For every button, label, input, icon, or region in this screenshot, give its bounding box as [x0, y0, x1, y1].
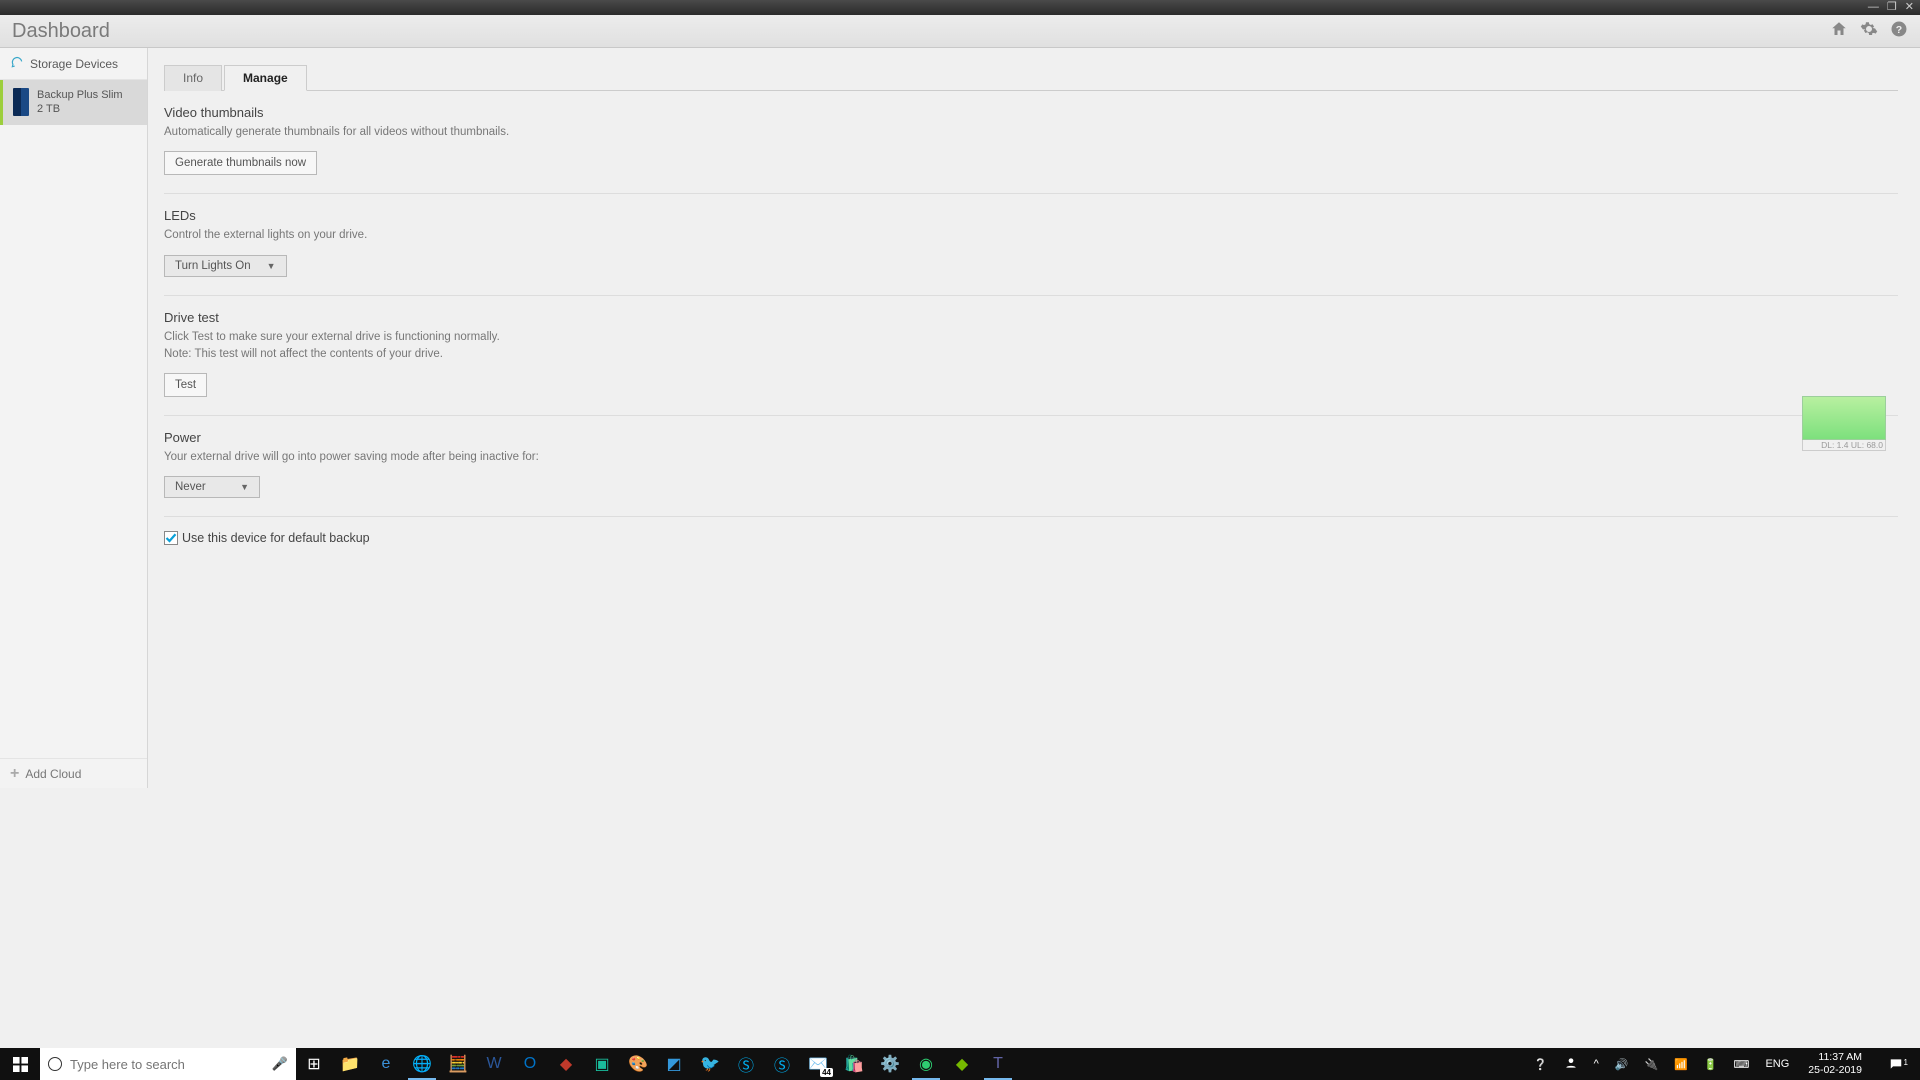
- add-cloud-label: Add Cloud: [25, 767, 81, 781]
- tray-language[interactable]: ENG: [1762, 1058, 1792, 1070]
- task-view-icon[interactable]: ⊞: [296, 1048, 332, 1080]
- power-desc: Your external drive will go into power s…: [164, 449, 1898, 466]
- leds-desc: Control the external lights on your driv…: [164, 227, 1898, 244]
- default-backup-row[interactable]: Use this device for default backup: [164, 517, 1898, 559]
- search-input[interactable]: [70, 1057, 264, 1072]
- section-video-thumbnails: Video thumbnails Automatically generate …: [164, 91, 1898, 194]
- test-button[interactable]: Test: [164, 373, 207, 397]
- home-icon[interactable]: [1830, 20, 1848, 43]
- tab-manage[interactable]: Manage: [224, 65, 307, 91]
- maximize-icon[interactable]: ❐: [1887, 2, 1897, 13]
- tab-info[interactable]: Info: [164, 65, 222, 91]
- sidebar-device-item[interactable]: Backup Plus Slim 2 TB: [0, 80, 147, 125]
- cortana-icon: [48, 1057, 62, 1071]
- seagate-dashboard-icon[interactable]: ◉: [908, 1048, 944, 1080]
- generate-thumbnails-button[interactable]: Generate thumbnails now: [164, 151, 317, 175]
- leds-selected: Turn Lights On: [175, 260, 251, 272]
- refresh-icon[interactable]: [10, 55, 24, 72]
- app-icon-teal[interactable]: ▣: [584, 1048, 620, 1080]
- tray-battery-icon[interactable]: 🔋: [1701, 1058, 1721, 1071]
- tabs: Info Manage: [164, 64, 1898, 91]
- drivetest-title: Drive test: [164, 310, 1898, 325]
- device-text: Backup Plus Slim 2 TB: [37, 88, 123, 117]
- network-stats: DL: 1.4 UL: 68.0: [1802, 440, 1886, 451]
- tray-help-icon[interactable]: ❔: [1531, 1058, 1551, 1071]
- network-graph: [1802, 396, 1886, 440]
- teams-icon[interactable]: T: [980, 1048, 1016, 1080]
- tray-power-icon[interactable]: 🔌: [1641, 1058, 1661, 1071]
- help-icon[interactable]: ?: [1890, 20, 1908, 43]
- app-icon-palette[interactable]: 🎨: [620, 1048, 656, 1080]
- section-power: Power Your external drive will go into p…: [164, 416, 1898, 517]
- tray-time: 11:37 AM: [1808, 1051, 1862, 1064]
- mail-icon[interactable]: ✉️44: [800, 1048, 836, 1080]
- page-title: Dashboard: [12, 20, 110, 43]
- calculator-icon[interactable]: 🧮: [440, 1048, 476, 1080]
- file-explorer-icon[interactable]: 📁: [332, 1048, 368, 1080]
- header-icon-group: ?: [1830, 20, 1908, 43]
- tray-volume-icon[interactable]: 🔊: [1612, 1058, 1632, 1071]
- system-tray: ❔ ^ 🔊 🔌 📶 🔋 ⌨ ENG 11:37 AM 25-02-2019 1: [1531, 1048, 1920, 1080]
- tray-chevron-up-icon[interactable]: ^: [1591, 1058, 1602, 1070]
- store-icon[interactable]: 🛍️: [836, 1048, 872, 1080]
- video-title: Video thumbnails: [164, 105, 1898, 120]
- skype-icon[interactable]: Ⓢ: [728, 1048, 764, 1080]
- sidebar-header-label: Storage Devices: [30, 57, 118, 71]
- start-button[interactable]: [0, 1048, 40, 1080]
- skype-business-icon[interactable]: Ⓢ: [764, 1048, 800, 1080]
- device-name: Backup Plus Slim: [37, 88, 123, 102]
- edge-icon[interactable]: e: [368, 1048, 404, 1080]
- chrome-icon[interactable]: 🌐: [404, 1048, 440, 1080]
- svg-text:?: ?: [1896, 23, 1902, 35]
- power-dropdown[interactable]: Never ▼: [164, 476, 260, 498]
- nvidia-icon[interactable]: ◆: [944, 1048, 980, 1080]
- sidebar-header[interactable]: Storage Devices: [0, 48, 147, 80]
- tray-keyboard-icon[interactable]: ⌨: [1731, 1058, 1753, 1071]
- app-icon-red[interactable]: ◆: [548, 1048, 584, 1080]
- tray-date: 25-02-2019: [1808, 1064, 1862, 1077]
- app-header: Dashboard ?: [0, 15, 1920, 48]
- leds-title: LEDs: [164, 208, 1898, 223]
- taskbar: 🎤 ⊞ 📁 e 🌐 🧮 W O ◆ ▣ 🎨 ◩ 🐦 Ⓢ Ⓢ ✉️44 🛍️ ⚙️…: [0, 1048, 1920, 1080]
- mic-icon[interactable]: 🎤: [272, 1056, 288, 1072]
- default-backup-label: Use this device for default backup: [182, 531, 370, 545]
- app-icon-blue[interactable]: ◩: [656, 1048, 692, 1080]
- power-title: Power: [164, 430, 1898, 445]
- word-icon[interactable]: W: [476, 1048, 512, 1080]
- drivetest-desc: Click Test to make sure your external dr…: [164, 329, 1898, 364]
- drive-icon: [13, 88, 29, 116]
- main-area: Storage Devices Backup Plus Slim 2 TB + …: [0, 48, 1920, 788]
- settings-icon[interactable]: ⚙️: [872, 1048, 908, 1080]
- tray-people-icon[interactable]: [1561, 1056, 1581, 1073]
- tray-wifi-icon[interactable]: 📶: [1671, 1058, 1691, 1071]
- twitter-icon[interactable]: 🐦: [692, 1048, 728, 1080]
- action-center-icon[interactable]: 1: [1878, 1057, 1914, 1071]
- close-icon[interactable]: ✕: [1905, 2, 1914, 13]
- device-capacity: 2 TB: [37, 102, 123, 116]
- content-pane: Info Manage Video thumbnails Automatical…: [148, 48, 1920, 788]
- section-drive-test: Drive test Click Test to make sure your …: [164, 296, 1898, 417]
- video-desc: Automatically generate thumbnails for al…: [164, 124, 1898, 141]
- default-backup-checkbox[interactable]: [164, 531, 178, 545]
- section-leds: LEDs Control the external lights on your…: [164, 194, 1898, 295]
- taskbar-search[interactable]: 🎤: [40, 1048, 296, 1080]
- minimize-icon[interactable]: —: [1868, 2, 1879, 13]
- leds-dropdown[interactable]: Turn Lights On ▼: [164, 255, 287, 277]
- gear-icon[interactable]: [1860, 20, 1878, 43]
- taskbar-apps: ⊞ 📁 e 🌐 🧮 W O ◆ ▣ 🎨 ◩ 🐦 Ⓢ Ⓢ ✉️44 🛍️ ⚙️ ◉…: [296, 1048, 1016, 1080]
- plus-icon: +: [10, 765, 19, 783]
- tray-clock[interactable]: 11:37 AM 25-02-2019: [1802, 1051, 1868, 1076]
- chevron-down-icon: ▼: [267, 261, 276, 271]
- network-monitor-widget: DL: 1.4 UL: 68.0: [1802, 396, 1886, 451]
- outlook-icon[interactable]: O: [512, 1048, 548, 1080]
- chevron-down-icon: ▼: [240, 482, 249, 492]
- sidebar: Storage Devices Backup Plus Slim 2 TB + …: [0, 48, 148, 788]
- add-cloud-button[interactable]: + Add Cloud: [0, 758, 147, 788]
- power-selected: Never: [175, 481, 206, 493]
- window-titlebar: — ❐ ✕: [0, 0, 1920, 15]
